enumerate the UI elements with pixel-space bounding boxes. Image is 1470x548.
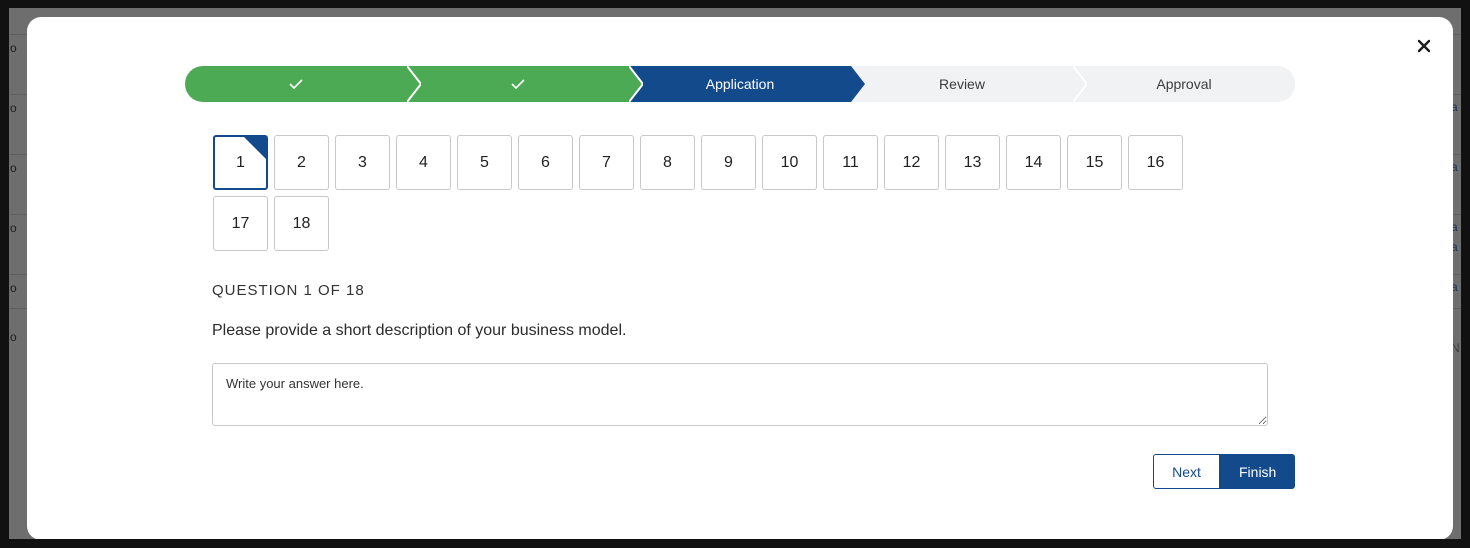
question-tab-9[interactable]: 9 [701, 135, 756, 190]
step-2 [407, 66, 643, 102]
question-number: 4 [419, 153, 428, 171]
question-counter: QUESTION 1 OF 18 [212, 282, 365, 299]
question-tab-7[interactable]: 7 [579, 135, 634, 190]
step-separator [629, 66, 643, 102]
step-review: Review [851, 66, 1087, 102]
question-number: 18 [292, 214, 311, 232]
check-icon [289, 79, 303, 90]
close-icon [1417, 39, 1431, 53]
question-number: 17 [231, 214, 250, 232]
question-tab-3[interactable]: 3 [335, 135, 390, 190]
progress-stepper: Application Review Approval [185, 66, 1295, 102]
question-tab-4[interactable]: 4 [396, 135, 451, 190]
question-tab-6[interactable]: 6 [518, 135, 573, 190]
question-number: 7 [602, 153, 611, 171]
question-tab-12[interactable]: 12 [884, 135, 939, 190]
question-number: 5 [480, 153, 489, 171]
question-tab-2[interactable]: 2 [274, 135, 329, 190]
question-text: Please provide a short description of yo… [212, 322, 627, 339]
question-tab-8[interactable]: 8 [640, 135, 695, 190]
question-modal: Application Review Approval 1 2 3 4 5 6 … [27, 17, 1453, 540]
question-tab-10[interactable]: 10 [762, 135, 817, 190]
step-separator [851, 66, 865, 102]
step-separator [407, 66, 421, 102]
question-number: 6 [541, 153, 550, 171]
step-1 [185, 66, 421, 102]
answer-textarea[interactable] [212, 363, 1268, 426]
close-button[interactable] [1412, 34, 1436, 58]
step-approval: Approval [1073, 66, 1295, 102]
question-number: 15 [1085, 153, 1104, 171]
question-number: 8 [663, 153, 672, 171]
question-number: 12 [902, 153, 921, 171]
current-marker [244, 137, 266, 159]
question-tab-14[interactable]: 14 [1006, 135, 1061, 190]
step-label: Application [705, 76, 775, 92]
question-number: 16 [1146, 153, 1165, 171]
question-tab-15[interactable]: 15 [1067, 135, 1122, 190]
step-label: Review [939, 76, 985, 92]
finish-button[interactable]: Finish [1220, 454, 1295, 489]
step-application: Application [629, 66, 865, 102]
next-button[interactable]: Next [1153, 454, 1220, 489]
question-tab-17[interactable]: 17 [213, 196, 268, 251]
question-number: 3 [358, 153, 367, 171]
question-tab-5[interactable]: 5 [457, 135, 512, 190]
question-number: 11 [842, 153, 859, 171]
question-navigator: 1 2 3 4 5 6 7 8 9 10 11 12 13 14 15 16 1… [213, 135, 1243, 251]
step-label: Approval [1156, 76, 1212, 92]
question-number: 10 [780, 153, 799, 171]
question-tab-16[interactable]: 16 [1128, 135, 1183, 190]
question-tab-13[interactable]: 13 [945, 135, 1000, 190]
step-separator [1073, 66, 1087, 102]
question-tab-18[interactable]: 18 [274, 196, 329, 251]
question-number: 2 [297, 153, 306, 171]
check-icon [511, 79, 525, 90]
question-number: 9 [724, 153, 733, 171]
question-tab-11[interactable]: 11 [823, 135, 878, 190]
question-tab-1[interactable]: 1 [213, 135, 268, 190]
action-buttons: Next Finish [1153, 454, 1295, 489]
question-number: 14 [1024, 153, 1043, 171]
question-number: 13 [963, 153, 982, 171]
